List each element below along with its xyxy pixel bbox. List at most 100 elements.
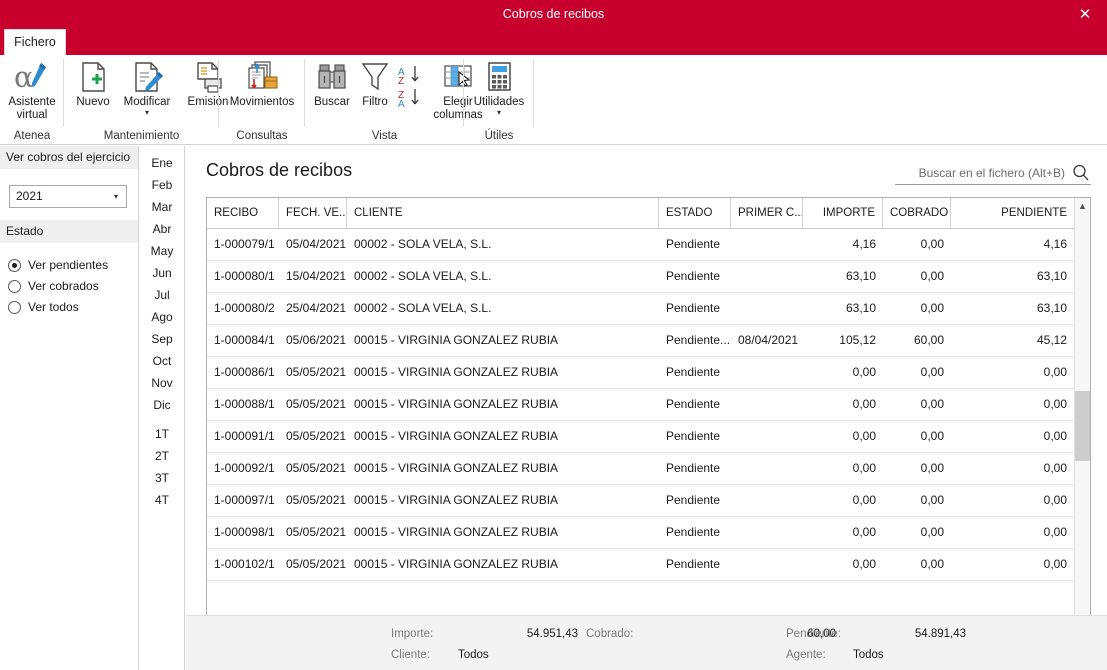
column-header-recibo[interactable]: RECIBO (207, 198, 279, 228)
calculator-icon (466, 59, 532, 95)
table-row[interactable]: 1-000091/1 05/05/2021 00015 - VIRGINIA G… (207, 420, 1074, 453)
cell-pendiente: 4,16 (1043, 237, 1067, 251)
table-row[interactable]: 1-000088/1 05/05/2021 00015 - VIRGINIA G… (207, 388, 1074, 421)
cell-importe: 4,16 (852, 237, 876, 251)
period-item-dic[interactable]: Dic (140, 395, 184, 415)
period-item-sep[interactable]: Sep (140, 329, 184, 349)
movements-icon (223, 59, 301, 95)
period-item-nov[interactable]: Nov (140, 373, 184, 393)
cell-cobrado: 0,00 (920, 525, 944, 539)
cell-cliente: 00015 - VIRGINIA GONZALEZ RUBIA (354, 525, 559, 539)
cell-fecha: 15/04/2021 (286, 269, 347, 283)
table-row[interactable]: 1-000080/1 15/04/2021 00002 - SOLA VELA,… (207, 260, 1074, 293)
scroll-up-icon[interactable]: ▲ (1075, 198, 1090, 215)
close-icon[interactable]: ✕ (1063, 0, 1107, 29)
period-item-may[interactable]: May (140, 241, 184, 261)
column-header-cobrado[interactable]: COBRADO (883, 198, 951, 228)
column-header-fecha[interactable]: FECH. VE... (279, 198, 347, 228)
radio-label: Ver cobrados (28, 279, 99, 293)
chevron-down-icon[interactable]: ▾ (116, 109, 178, 117)
alpha-pen-icon: α (2, 59, 62, 95)
table-vertical-scrollbar[interactable]: ▲ ▼ (1074, 198, 1090, 636)
status-cobrado-label: Cobrado: (586, 628, 634, 640)
table-row[interactable]: 1-000086/1 05/05/2021 00015 - VIRGINIA G… (207, 356, 1074, 389)
buscar-label: Buscar (314, 96, 350, 108)
tab-fichero[interactable]: Fichero (4, 29, 66, 55)
cell-cliente: 00015 - VIRGINIA GONZALEZ RUBIA (354, 333, 559, 347)
chevron-down-icon[interactable]: ▾ (466, 109, 532, 117)
buscar-button[interactable]: Buscar (309, 57, 355, 109)
period-item-oct[interactable]: Oct (140, 351, 184, 371)
column-header-importe[interactable]: IMPORTE (803, 198, 883, 228)
table-row[interactable]: 1-000092/1 05/05/2021 00015 - VIRGINIA G… (207, 452, 1074, 485)
period-item-3t[interactable]: 3T (140, 468, 184, 488)
cell-recibo: 1-000091/1 (214, 429, 275, 443)
sort-az-za-icon: A Z Z A (395, 63, 427, 111)
cell-fecha: 05/05/2021 (286, 461, 347, 475)
cell-fecha: 05/06/2021 (286, 333, 347, 347)
table-row[interactable]: 1-000098/1 05/05/2021 00015 - VIRGINIA G… (207, 516, 1074, 549)
table-row[interactable]: 1-000102/1 05/05/2021 00015 - VIRGINIA G… (207, 548, 1074, 581)
ordenar-button[interactable]: A Z Z A (395, 61, 427, 112)
table-row[interactable]: 1-000097/1 05/05/2021 00015 - VIRGINIA G… (207, 484, 1074, 517)
period-item-mar[interactable]: Mar (140, 197, 184, 217)
cell-cobrado: 0,00 (920, 429, 944, 443)
filtro-button[interactable]: Filtro (355, 57, 395, 109)
cell-primer (731, 292, 803, 324)
cell-pendiente: 0,00 (1043, 365, 1067, 379)
utilidades-button[interactable]: Utilidades ▾ (466, 57, 532, 117)
ribbon-group-consultas: Movimientos Consultas (219, 55, 305, 144)
cell-fecha: 25/04/2021 (286, 301, 347, 315)
period-item-1t[interactable]: 1T (140, 424, 184, 444)
cell-pendiente: 63,10 (1036, 269, 1067, 283)
movimientos-button[interactable]: Movimientos (223, 57, 301, 109)
period-item-2t[interactable]: 2T (140, 446, 184, 466)
cell-cobrado: 60,00 (913, 333, 944, 347)
scrollbar-thumb[interactable] (1075, 391, 1090, 461)
cell-estado: Pendiente... (666, 333, 731, 347)
asistente-virtual-label-1: Asistente (8, 96, 56, 108)
cell-fecha: 05/05/2021 (286, 365, 347, 379)
cell-estado: Pendiente (666, 429, 721, 443)
cell-pendiente: 45,12 (1036, 333, 1067, 347)
cell-cliente: 00002 - SOLA VELA, S.L. (354, 269, 492, 283)
ribbon: α Asistente virtual Atenea Nuevo Modific… (0, 55, 1107, 145)
year-select[interactable]: 2021 ▾ (9, 185, 127, 208)
ribbon-group-label-mantenimiento: Mantenimiento (103, 130, 180, 142)
period-item-jul[interactable]: Jul (140, 285, 184, 305)
cell-importe: 63,10 (845, 269, 876, 283)
cell-recibo: 1-000097/1 (214, 493, 275, 507)
cell-cobrado: 0,00 (920, 301, 944, 315)
nuevo-button[interactable]: Nuevo (70, 57, 116, 109)
cell-cobrado: 0,00 (920, 237, 944, 251)
column-header-estado[interactable]: ESTADO (659, 198, 731, 228)
column-header-pendiente[interactable]: PENDIENTE (951, 198, 1074, 228)
chevron-down-icon[interactable]: ▾ (106, 186, 126, 207)
asistente-virtual-label-2: virtual (16, 109, 48, 121)
period-item-ago[interactable]: Ago (140, 307, 184, 327)
cell-estado: Pendiente (666, 397, 721, 411)
period-item-jun[interactable]: Jun (140, 263, 184, 283)
asistente-virtual-button[interactable]: α Asistente virtual (2, 57, 62, 122)
column-header-primer-cobro[interactable]: PRIMER C... (731, 198, 803, 228)
period-item-abr[interactable]: Abr (140, 219, 184, 239)
table-row[interactable]: 1-000084/1 05/06/2021 00015 - VIRGINIA G… (207, 324, 1074, 357)
table-row[interactable]: 1-000080/2 25/04/2021 00002 - SOLA VELA,… (207, 292, 1074, 325)
radio-icon (8, 280, 21, 293)
cell-importe: 0,00 (852, 525, 876, 539)
svg-text:Z: Z (398, 76, 404, 87)
cell-primer: 08/04/2021 (738, 333, 799, 347)
period-item-4t[interactable]: 4T (140, 490, 184, 510)
column-header-cliente[interactable]: CLIENTE (347, 198, 659, 228)
period-item-feb[interactable]: Feb (140, 175, 184, 195)
modificar-button[interactable]: Modificar ▾ (116, 57, 178, 117)
search-icon[interactable] (1071, 163, 1091, 183)
table-row[interactable]: 1-000079/1 05/04/2021 00002 - SOLA VELA,… (207, 228, 1074, 261)
period-item-ene[interactable]: Ene (140, 153, 184, 173)
cell-estado: Pendiente (666, 269, 721, 283)
cell-fecha: 05/04/2021 (286, 237, 347, 251)
search-input[interactable] (895, 162, 1067, 184)
status-pendiente-value: 54.891,43 (914, 628, 966, 640)
cell-recibo: 1-000098/1 (214, 525, 275, 539)
cell-primer (731, 484, 803, 516)
